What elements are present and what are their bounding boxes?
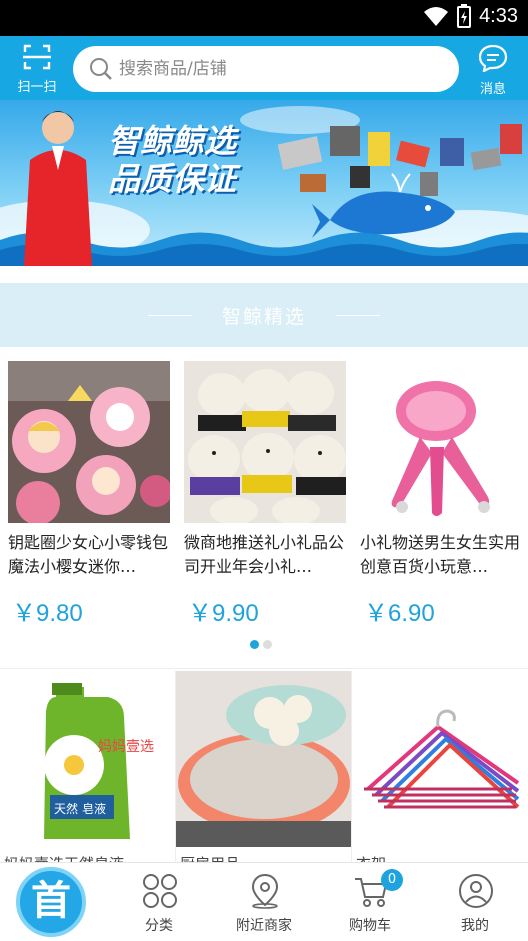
tab-cart[interactable]: 0 购物车 [317,863,423,941]
banner-slogan-line2: 品质保证 [108,160,237,198]
grid-product-card[interactable]: 妈妈壹选 皂液 天然 妈妈壹选天然皂液 [0,671,176,865]
bottle-sub-text: 天然 [54,801,78,816]
grid-product-image: 妈妈壹选 皂液 天然 [0,671,175,847]
wifi-icon [424,7,449,26]
product-image [8,361,170,523]
grid-product-card[interactable]: 衣架 [352,671,528,865]
search-input[interactable] [119,46,439,92]
grid-product-card[interactable]: 厨房用品 [176,671,352,865]
grid-product-image [176,671,351,847]
category-grid-icon [143,874,177,908]
tab-nearby-label: 附近商家 [236,918,292,934]
product-image [360,361,522,523]
section-divider-left [147,314,192,316]
product-card[interactable]: 小礼物送男生女生实用创意百货小玩意… ￥6.90 [360,361,528,628]
home-icon: 首 [16,867,86,937]
section-divider-right [336,314,380,316]
carousel-dot [263,640,272,649]
tab-mine-label: 我的 [461,918,489,934]
spokesperson-figure [24,111,92,266]
product-name: 小礼物送男生女生实用创意百货小玩意… [360,533,521,576]
message-label: 消息 [479,82,506,97]
message-button[interactable]: 消息 [470,44,516,97]
carousel-dot-active [250,640,259,649]
product-name: 微商地推送礼小礼品公司开业年会小礼… [184,533,345,576]
status-time: 4:33 [479,4,518,27]
app-header: 扫一扫 消息 [0,36,528,100]
cart-count-badge: 0 [381,869,403,891]
status-bar: 4:33 [0,0,528,36]
product-card[interactable]: 微商地推送礼小礼品公司开业年会小礼… ￥9.90 [184,361,354,628]
scan-icon [23,44,51,70]
bottle-brand-text: 妈妈壹选 [98,739,154,755]
featured-carousel[interactable]: 钥匙圈少女心小零钱包魔法小樱女迷你… ￥9.80 微商地推送礼小礼品公司开业年会… [0,347,528,657]
product-price: ￥6.90 [364,600,435,627]
tab-cart-label: 购物车 [349,918,391,934]
products-cluster [277,124,522,196]
location-pin-icon [251,873,279,909]
product-price: ￥9.90 [188,600,259,627]
product-price: ￥9.80 [12,600,83,627]
scan-button[interactable]: 扫一扫 [8,44,66,95]
message-icon [478,44,508,73]
tab-home[interactable]: 首 [0,863,106,941]
product-name: 钥匙圈少女心小零钱包魔法小樱女迷你… [8,533,169,576]
product-image [184,361,346,523]
status-icons: 4:33 [423,4,518,28]
bottom-tab-bar: 首 分类 附近商家 0 购物车 我的 [0,862,528,940]
section-title: 智鲸精选 [221,305,306,328]
battery-icon [457,4,472,28]
product-grid: 妈妈壹选 皂液 天然 妈妈壹选天然皂液 厨房用品 衣架 [0,668,528,865]
promo-banner[interactable]: 智鲸鲸选 品质保证 [0,100,528,266]
bottle-product-text: 皂液 [82,801,106,816]
carousel-indicator [250,640,272,649]
search-bar[interactable] [73,46,459,92]
scan-label: 扫一扫 [17,80,57,95]
tab-mine[interactable]: 我的 [422,863,528,941]
search-icon [90,58,112,80]
banner-slogan-line1: 智鲸鲸选 [108,122,237,160]
tab-nearby[interactable]: 附近商家 [211,863,317,941]
banner-illustration [0,106,528,266]
section-header: 智鲸精选 [0,283,528,347]
user-profile-icon [459,874,493,908]
product-card[interactable]: 钥匙圈少女心小零钱包魔法小樱女迷你… ￥9.80 [8,361,178,628]
banner-slogan: 智鲸鲸选 品质保证 [108,122,236,198]
grid-product-image [352,671,528,847]
tab-category[interactable]: 分类 [106,863,212,941]
tab-category-label: 分类 [145,918,173,934]
